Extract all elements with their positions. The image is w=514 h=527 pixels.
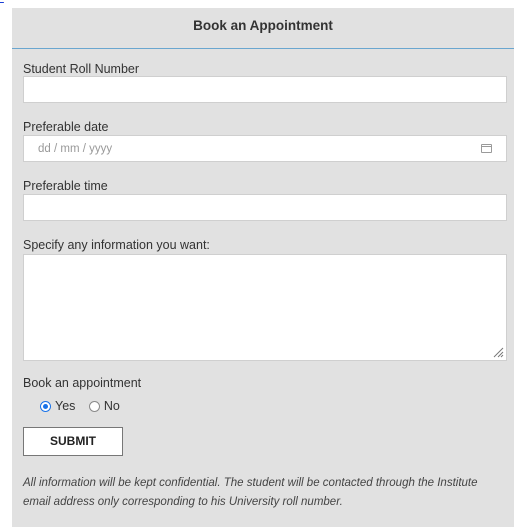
radio-yes[interactable] (40, 401, 51, 412)
date-placeholder: dd / mm / yyyy (38, 143, 113, 155)
date-label: Preferable date (23, 120, 109, 134)
appointment-radio-group: Yes No (40, 399, 130, 413)
submit-button[interactable]: SUBMIT (23, 427, 123, 456)
appointment-form: Book an Appointment Student Roll Number … (12, 8, 514, 527)
info-label: Specify any information you want: (23, 238, 210, 252)
confidentiality-note: All information will be kept confidentia… (23, 477, 478, 508)
title-divider (12, 48, 514, 49)
book-appointment-label: Book an appointment (23, 376, 142, 390)
date-input[interactable]: dd / mm / yyyy (23, 135, 507, 162)
radio-no-label[interactable]: No (104, 399, 120, 413)
time-label: Preferable time (23, 179, 108, 193)
calendar-icon[interactable] (481, 144, 492, 153)
info-textarea[interactable] (23, 254, 507, 361)
time-input[interactable] (23, 194, 507, 221)
page-top-link-strip[interactable] (0, 0, 514, 6)
radio-yes-label[interactable]: Yes (55, 399, 75, 413)
roll-number-label: Student Roll Number (23, 62, 140, 76)
resize-handle-icon[interactable] (492, 346, 504, 358)
roll-number-input[interactable] (23, 76, 507, 103)
form-title: Book an Appointment (193, 18, 333, 33)
page-top-link[interactable] (0, 0, 4, 4)
radio-no[interactable] (88, 401, 100, 412)
